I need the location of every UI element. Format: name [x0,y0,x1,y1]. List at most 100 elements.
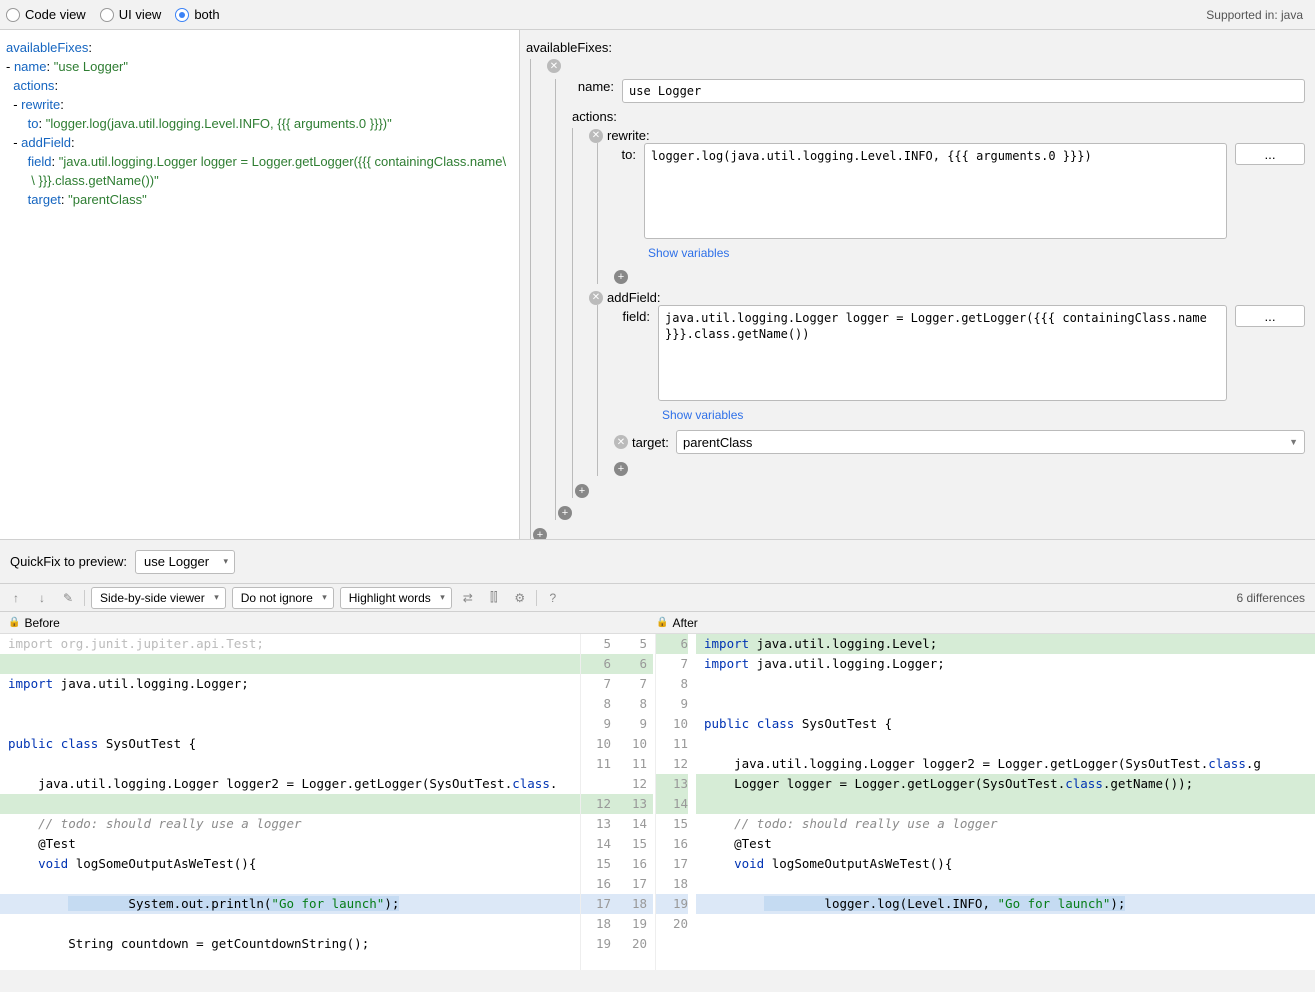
code-line [696,874,1315,894]
field-textarea[interactable]: java.util.logging.Logger logger = Logger… [658,305,1227,401]
code-line: System.out.println("Go for launch"); [0,894,580,914]
diff-headers: 🔒 Before 🔒 After [0,612,1315,634]
code-line: java.util.logging.Logger logger2 = Logge… [696,754,1315,774]
field-label-target: target: [632,435,676,450]
code-line: import java.util.logging.Logger; [696,654,1315,674]
to-textarea[interactable]: logger.log(java.util.logging.Level.INFO,… [644,143,1227,239]
delete-icon[interactable]: ✕ [547,59,561,73]
fix-tree: availableFixes: ✕ name: actions: [526,40,1305,539]
node-label-addfield: addField: [607,290,660,305]
radio-ui-view[interactable]: UI view [100,7,162,22]
add-icon[interactable]: + [533,528,547,539]
code-line: java.util.logging.Logger logger2 = Logge… [0,774,580,794]
code-line [0,754,580,774]
field-label-to: to: [614,143,644,162]
code-line [0,794,580,814]
add-icon[interactable]: + [614,462,628,476]
field-label-field: field: [614,305,658,324]
yaml-key: availableFixes [6,40,88,55]
before-header: Before [24,616,59,630]
show-variables-link[interactable]: Show variables [648,246,729,260]
code-line [0,654,580,674]
name-input[interactable] [622,79,1305,103]
target-select[interactable]: parentClass ▼ [676,430,1305,454]
code-line [0,694,580,714]
select-value: Highlight words [349,591,431,605]
after-editor[interactable]: 67891011121314151617181920 import java.u… [656,634,1315,970]
prev-diff-icon[interactable]: ↑ [6,588,26,608]
differences-count: 6 differences [1237,591,1310,605]
radio-dot-icon [6,8,20,22]
next-diff-icon[interactable]: ↓ [32,588,52,608]
node-label-rewrite: rewrite: [607,128,650,143]
tree-root-label: availableFixes: [526,40,1305,55]
yaml-key: actions [13,78,54,93]
after-header: After [672,616,697,630]
select-value: Side-by-side viewer [100,591,205,605]
yaml-key: name [14,59,47,74]
edit-icon[interactable]: ✎ [58,588,78,608]
collapse-icon[interactable]: ⇄ [458,588,478,608]
radio-label: Code view [25,7,86,22]
dash: - [6,59,14,74]
help-icon[interactable]: ? [543,588,563,608]
upper-split: availableFixes: - name: "use Logger" act… [0,30,1315,540]
add-icon[interactable]: + [558,506,572,520]
settings-icon[interactable]: ⚙ [510,588,530,608]
code-line: logger.log(Level.INFO, "Go for launch"); [696,894,1315,914]
yaml-val: "use Logger" [54,59,128,74]
code-line: public class SysOutTest { [696,714,1315,734]
radio-code-view[interactable]: Code view [6,7,86,22]
yaml-key: target [28,192,61,207]
highlight-select[interactable]: Highlight words [340,587,452,609]
lock-icon: 🔒 [656,617,668,628]
code-line: // todo: should really use a logger [0,814,580,834]
supported-in-label: Supported in: java [1206,8,1309,22]
ignore-select[interactable]: Do not ignore [232,587,334,609]
expand-button[interactable]: ... [1235,143,1305,165]
field-label-name: name: [572,79,622,94]
code-line: @Test [696,834,1315,854]
diff-toolbar: ↑ ↓ ✎ Side-by-side viewer Do not ignore … [0,584,1315,612]
radio-both[interactable]: both [175,7,219,22]
preview-label: QuickFix to preview: [10,554,127,569]
code-line: import java.util.logging.Logger; [0,674,580,694]
radio-dot-icon [100,8,114,22]
code-line [0,714,580,734]
add-icon[interactable]: + [614,270,628,284]
radio-label: both [194,7,219,22]
yaml-val: "java.util.logging.Logger logger = Logge… [59,154,506,169]
radio-dot-icon [175,8,189,22]
code-line [0,914,580,934]
code-line: import org.junit.jupiter.api.Test; [0,634,580,654]
delete-icon[interactable]: ✕ [589,129,603,143]
yaml-val: "parentClass" [68,192,147,207]
code-line [696,794,1315,814]
code-line: import java.util.logging.Level; [696,634,1315,654]
yaml-val: "logger.log(java.util.logging.Level.INFO… [46,116,392,131]
gutter-center: 5566778899101011111212131314141515161617… [580,634,656,970]
delete-icon[interactable]: ✕ [614,435,628,449]
code-line: Logger logger = Logger.getLogger(SysOutT… [696,774,1315,794]
expand-button[interactable]: ... [1235,305,1305,327]
view-mode-toolbar: Code view UI view both Supported in: jav… [0,0,1315,30]
code-line [696,674,1315,694]
radio-label: UI view [119,7,162,22]
viewer-select[interactable]: Side-by-side viewer [91,587,226,609]
preview-select[interactable]: use Logger [135,550,235,574]
yaml-key: field [28,154,52,169]
delete-icon[interactable]: ✕ [589,291,603,305]
chevron-down-icon: ▼ [1289,437,1298,447]
yaml-val: \ }}}.class.getName())" [28,173,159,188]
sync-scroll-icon[interactable]: ⫿⫿ [484,588,504,608]
show-variables-link[interactable]: Show variables [662,408,743,422]
code-line: // todo: should really use a logger [696,814,1315,834]
before-editor[interactable]: import org.junit.jupiter.api.Test; impor… [0,634,580,970]
code-view-panel[interactable]: availableFixes: - name: "use Logger" act… [0,30,520,539]
code-line: String countdown = getCountdownString(); [0,934,580,954]
preview-bar: QuickFix to preview: use Logger [0,540,1315,584]
yaml-key: addField [21,135,71,150]
add-icon[interactable]: + [575,484,589,498]
select-value: use Logger [144,554,209,569]
lock-icon: 🔒 [8,617,20,628]
